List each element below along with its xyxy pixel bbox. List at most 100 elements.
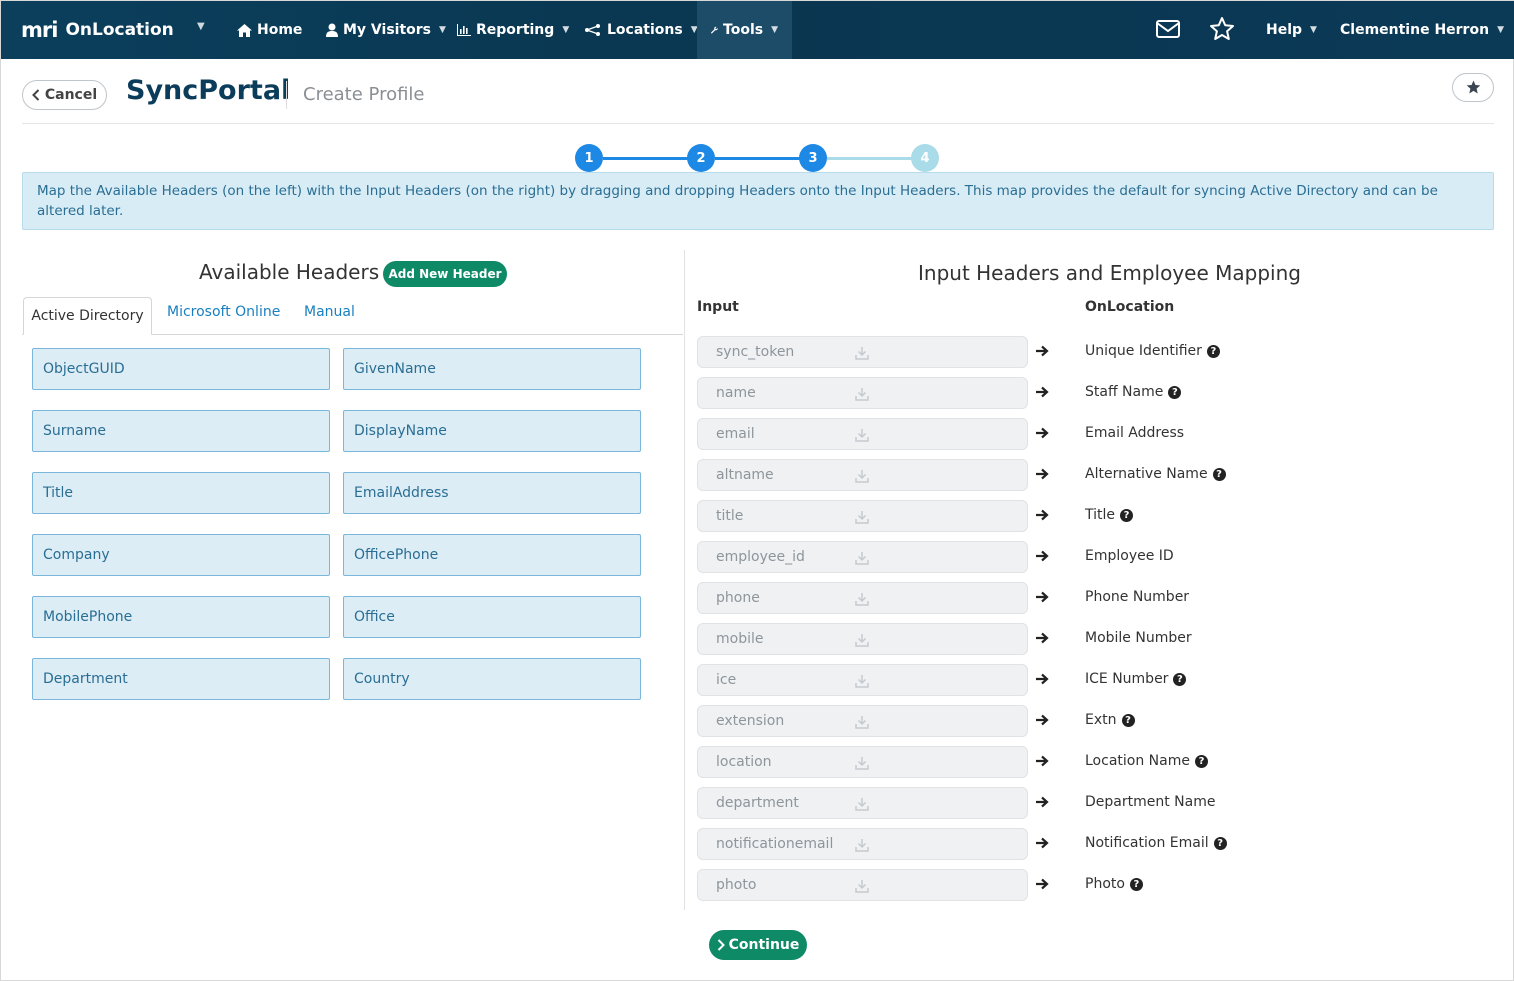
add-new-header-button[interactable]: Add New Header [383,261,507,287]
header-chip-surname[interactable]: Surname [32,410,330,452]
input-field-value: sync_token [716,344,795,360]
wrench-icon [711,26,718,34]
arrow-right-icon [1036,632,1049,644]
step-connector [603,157,688,160]
input-field-value: extension [716,713,785,729]
download-icon [855,880,869,893]
nav-help[interactable]: Help ▼ [1266,1,1317,59]
input-drop-field[interactable]: department [697,787,1028,819]
step-3[interactable]: 3 [799,144,827,172]
header-chip-displayname[interactable]: DisplayName [343,410,641,452]
header-chip-country[interactable]: Country [343,658,641,700]
download-icon [855,388,869,401]
mapping-target-text: Email Address [1085,425,1185,441]
tab-microsoft-online[interactable]: Microsoft Online [167,304,280,320]
input-drop-field[interactable]: mobile [697,623,1028,655]
help-icon[interactable]: ? [1213,836,1227,850]
step-2[interactable]: 2 [687,144,715,172]
help-icon[interactable]: ? [1194,754,1208,768]
nav-reporting[interactable]: Reporting ▼ [457,1,569,59]
input-drop-field[interactable]: phone [697,582,1028,614]
mapping-target-text: Department Name [1085,794,1216,810]
step-1[interactable]: 1 [575,144,603,172]
input-drop-field[interactable]: title [697,500,1028,532]
continue-button[interactable]: Continue [709,930,807,960]
download-icon [855,757,869,770]
brand[interactable]: mri OnLocation [21,18,174,42]
mapping-target-text: Alternative Name [1085,466,1208,482]
step-4[interactable]: 4 [911,144,939,172]
header-chip-company[interactable]: Company [32,534,330,576]
input-column-header: Input [697,299,739,315]
arrow-right-icon [1036,427,1049,439]
input-drop-field[interactable]: email [697,418,1028,450]
tab-manual[interactable]: Manual [304,304,355,320]
mapping-target-label: Mobile Number [1085,630,1192,646]
star-icon[interactable] [1208,15,1236,43]
header-chip-title[interactable]: Title [32,472,330,514]
header-chip-department[interactable]: Department [32,658,330,700]
cancel-label: Cancel [44,87,98,103]
download-icon [855,470,869,483]
input-drop-field[interactable]: extension [697,705,1028,737]
arrow-right-icon [1036,837,1049,849]
continue-label: Continue [728,937,800,953]
input-drop-field[interactable]: photo [697,869,1028,901]
mapping-target-label: Alternative Name? [1085,466,1226,482]
help-icon[interactable]: ? [1120,508,1134,522]
step-connector [715,157,800,160]
input-field-value: name [716,385,756,401]
page-title: SyncPortal [126,75,291,106]
nav-user-menu[interactable]: Clementine Herron ▼ [1340,1,1504,59]
arrow-right-icon [1036,755,1049,767]
nodes-icon [585,24,600,36]
cancel-button[interactable]: Cancel [22,80,107,110]
download-icon [855,429,869,442]
onlocation-column-header: OnLocation [1085,299,1175,315]
header-chip-mobilephone[interactable]: MobilePhone [32,596,330,638]
input-drop-field[interactable]: employee_id [697,541,1028,573]
user-icon [326,23,338,37]
download-icon [855,675,869,688]
title-divider [286,81,287,109]
favorite-button[interactable] [1452,73,1494,102]
tab-active-directory-label: Active Directory [31,308,144,324]
header-chip-objectguid[interactable]: ObjectGUID [32,348,330,390]
input-drop-field[interactable]: altname [697,459,1028,491]
help-icon[interactable]: ? [1212,467,1226,481]
header-chip-office[interactable]: Office [343,596,641,638]
download-icon [855,839,869,852]
help-icon[interactable]: ? [1206,344,1220,358]
input-field-value: employee_id [716,549,805,565]
nav-locations[interactable]: Locations ▼ [584,1,698,59]
input-drop-field[interactable]: ice [697,664,1028,696]
brand-name: OnLocation [65,20,174,40]
nav-home[interactable]: Home [237,1,302,59]
header-chip-givenname[interactable]: GivenName [343,348,641,390]
help-icon[interactable]: ? [1173,672,1187,686]
input-drop-field[interactable]: sync_token [697,336,1028,368]
arrow-right-icon [1036,345,1049,357]
input-drop-field[interactable]: notificationemail [697,828,1028,860]
chevron-down-icon: ▼ [439,25,446,35]
mapping-target-text: Location Name [1085,753,1190,769]
input-drop-field[interactable]: location [697,746,1028,778]
tab-active-directory[interactable]: Active Directory [23,297,152,335]
mail-icon[interactable] [1154,15,1182,43]
help-icon[interactable]: ? [1129,877,1143,891]
nav-locations-label: Locations [607,22,683,38]
nav-tools-label: Tools [723,22,764,38]
help-icon[interactable]: ? [1168,385,1182,399]
header-chip-emailaddress[interactable]: EmailAddress [343,472,641,514]
step-3-number: 3 [808,150,818,166]
header-chip-officephone[interactable]: OfficePhone [343,534,641,576]
mapping-target-label: ICE Number? [1085,671,1187,687]
brand-dropdown-caret[interactable]: ▼ [197,21,205,32]
mapping-target-text: Staff Name [1085,384,1164,400]
download-icon [855,347,869,360]
help-icon[interactable]: ? [1121,713,1135,727]
nav-my-visitors-label: My Visitors [343,22,431,38]
nav-my-visitors[interactable]: My Visitors ▼ [326,1,446,59]
input-drop-field[interactable]: name [697,377,1028,409]
nav-tools[interactable]: Tools ▼ [697,1,792,59]
